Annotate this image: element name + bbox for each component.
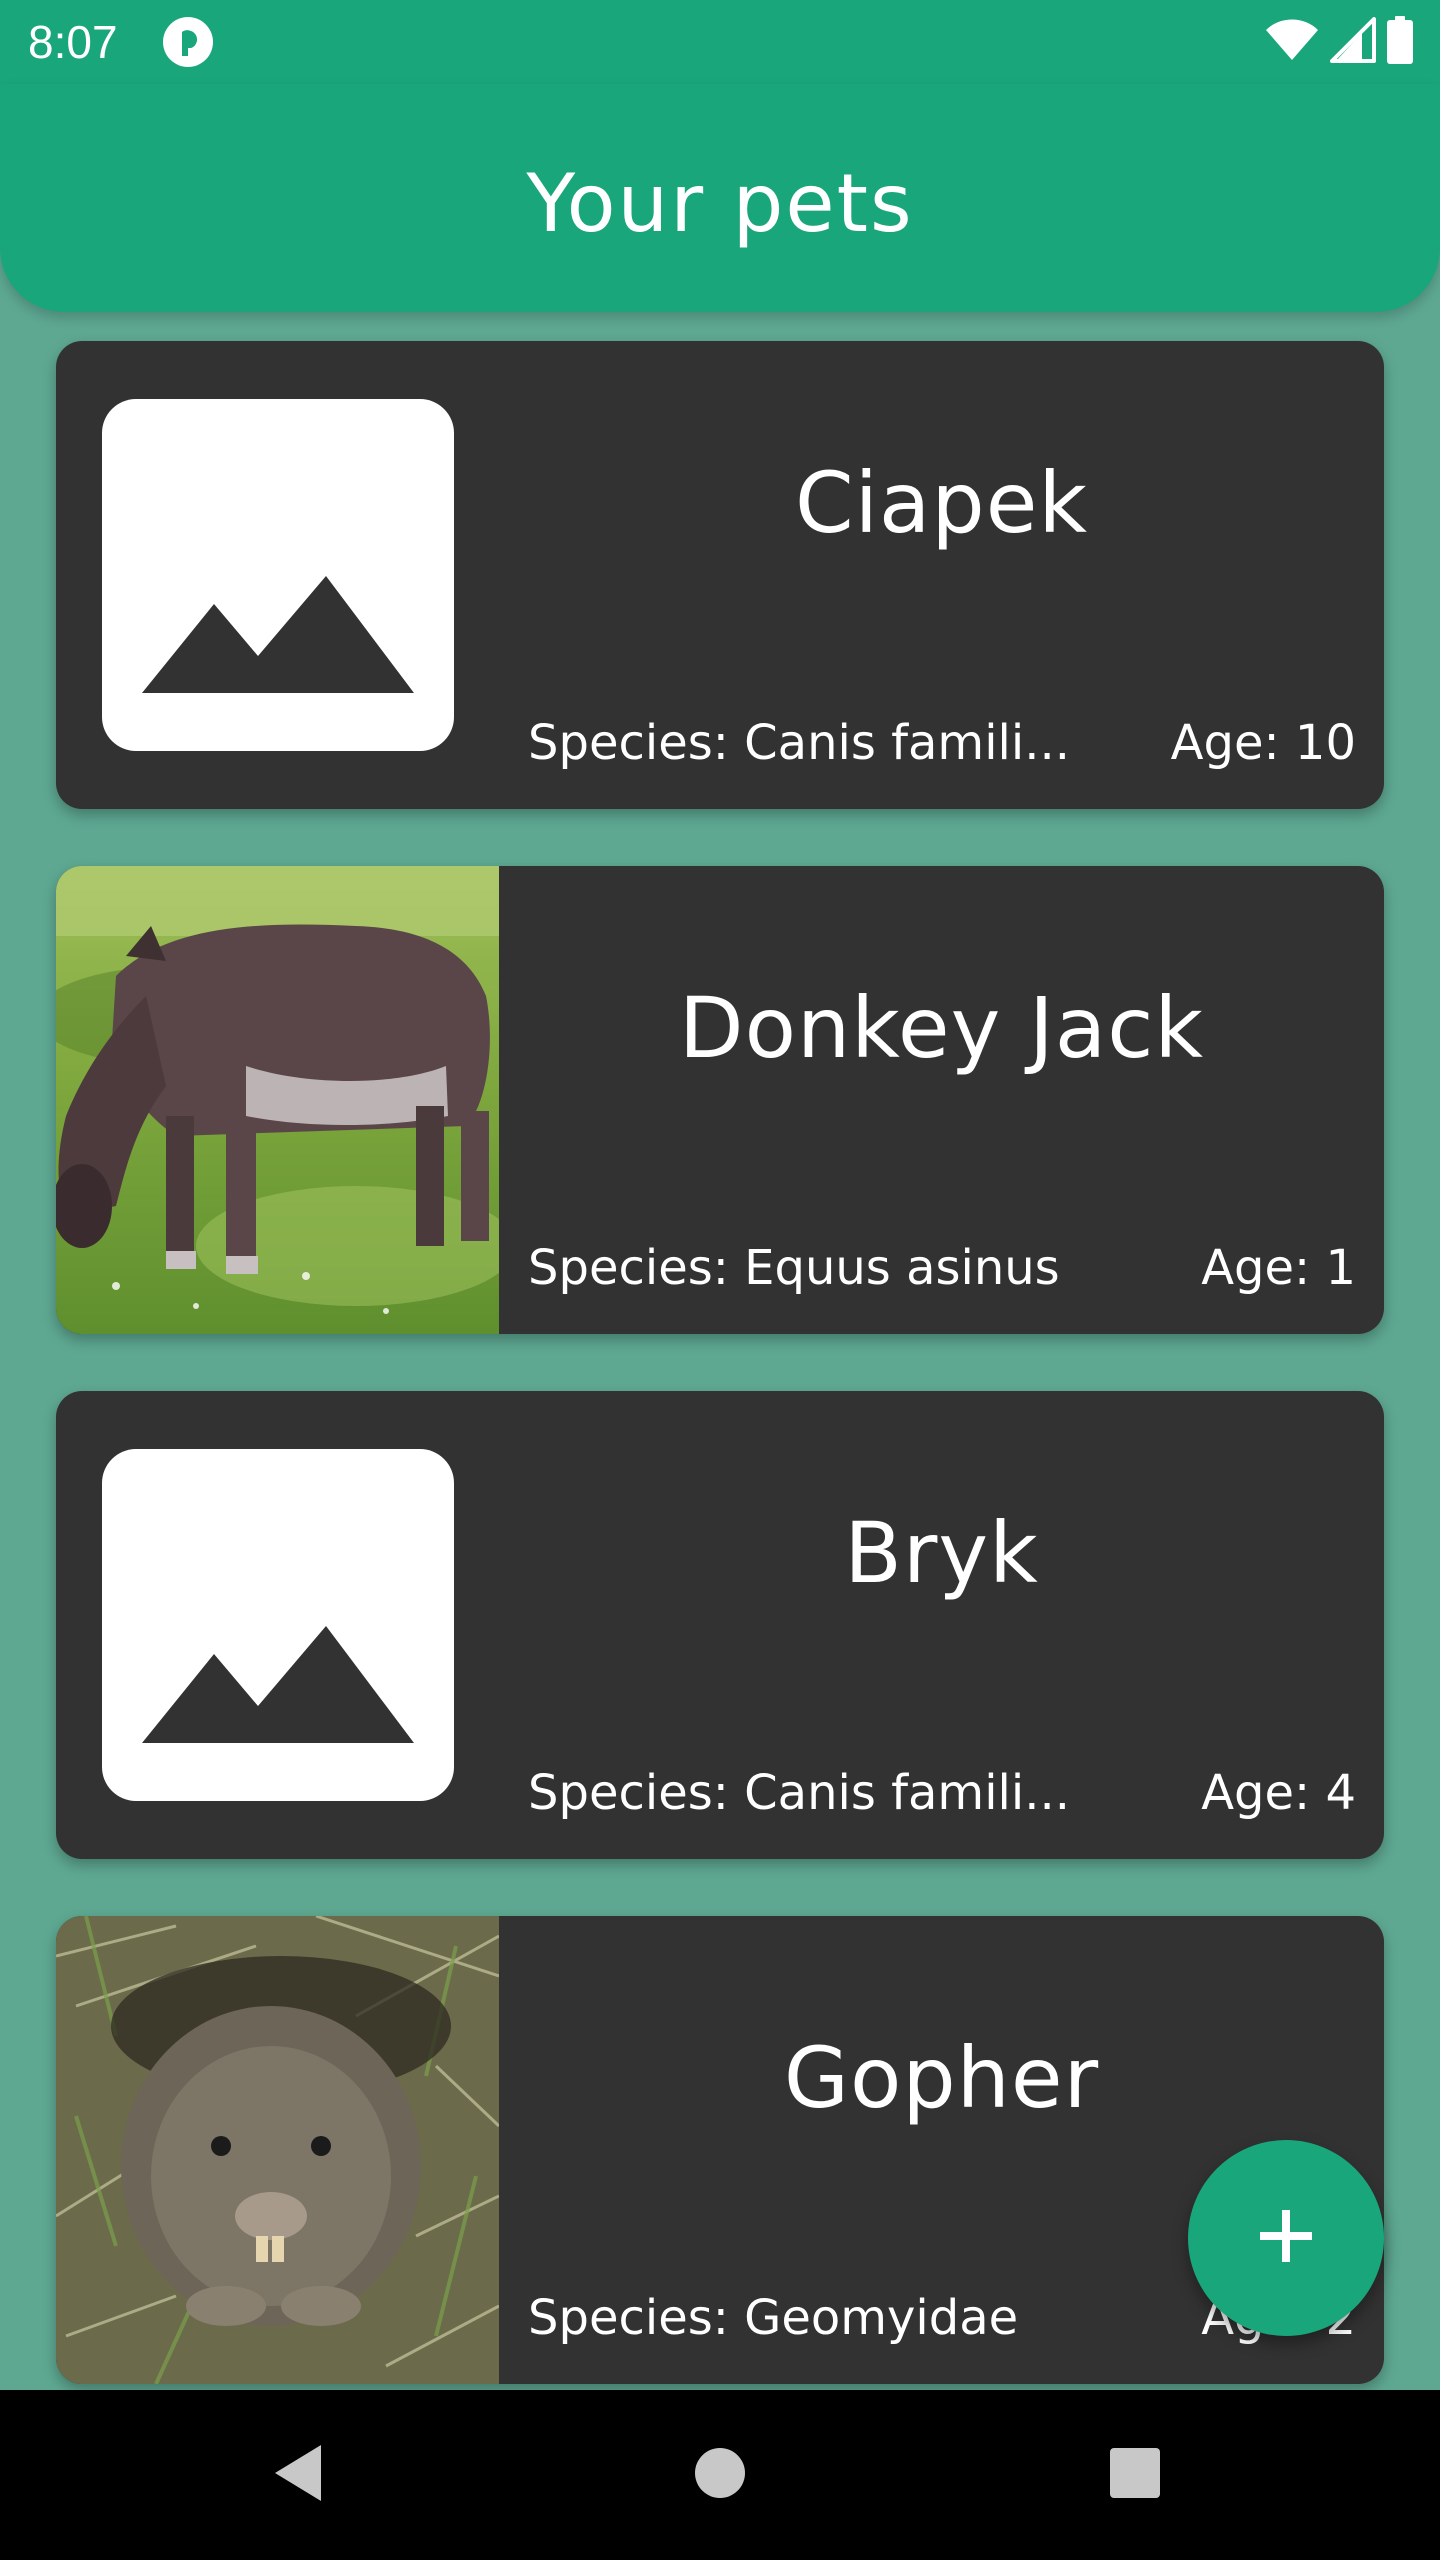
pet-thumbnail [56,341,499,809]
system-nav-bar [0,2390,1440,2560]
placeholder-image-icon [102,399,454,751]
pet-thumbnail [56,1391,499,1859]
pet-age: Age: 1 [1201,1240,1356,1296]
back-button[interactable] [244,2420,354,2530]
pet-card-bryk[interactable]: Bryk Species: Canis famili... Age: 4 [56,1391,1384,1859]
pet-name: Donkey Jack [678,979,1205,1077]
home-circle-icon [692,2445,748,2505]
gopher-photo [56,1916,501,2384]
placeholder-image-icon [102,1449,454,1801]
pet-card-donkey-jack[interactable]: Donkey Jack Species: Equus asinus Age: 1 [56,866,1384,1334]
app-notification-icon [162,16,214,68]
wifi-icon [1264,18,1320,66]
home-button[interactable] [665,2420,775,2530]
pet-name: Ciapek [794,454,1089,552]
recents-square-icon [1107,2445,1163,2505]
pet-card-ciapek[interactable]: Ciapek Species: Canis famili... Age: 10 [56,341,1384,809]
pet-card-gopher[interactable]: Gopher Species: Geomyidae Age: 2 [56,1916,1384,2384]
battery-icon [1386,16,1414,68]
pet-age: Age: 4 [1201,1765,1356,1821]
pet-age: Age: 10 [1170,715,1356,771]
pet-name: Gopher [783,2029,1100,2127]
pet-species: Species: Equus asinus [528,1240,1060,1296]
plus-icon [1256,2206,1316,2270]
app-bar: Your pets [0,84,1440,312]
back-triangle-icon [269,2441,329,2509]
pet-list[interactable]: Ciapek Species: Canis famili... Age: 10 [0,312,1440,2390]
recents-button[interactable] [1080,2420,1190,2530]
pet-species: Species: Canis famili... [528,715,1070,771]
pet-name: Bryk [844,1504,1039,1602]
status-icons [1264,16,1414,68]
donkey-photo [56,866,516,1334]
status-time: 8:07 [28,16,118,68]
status-bar: 8:07 [0,0,1440,84]
add-pet-button[interactable] [1188,2140,1384,2336]
page-title: Your pets [526,157,914,250]
signal-icon [1330,17,1376,67]
pet-species: Species: Geomyidae [528,2290,1019,2346]
pet-species: Species: Canis famili... [528,1765,1070,1821]
